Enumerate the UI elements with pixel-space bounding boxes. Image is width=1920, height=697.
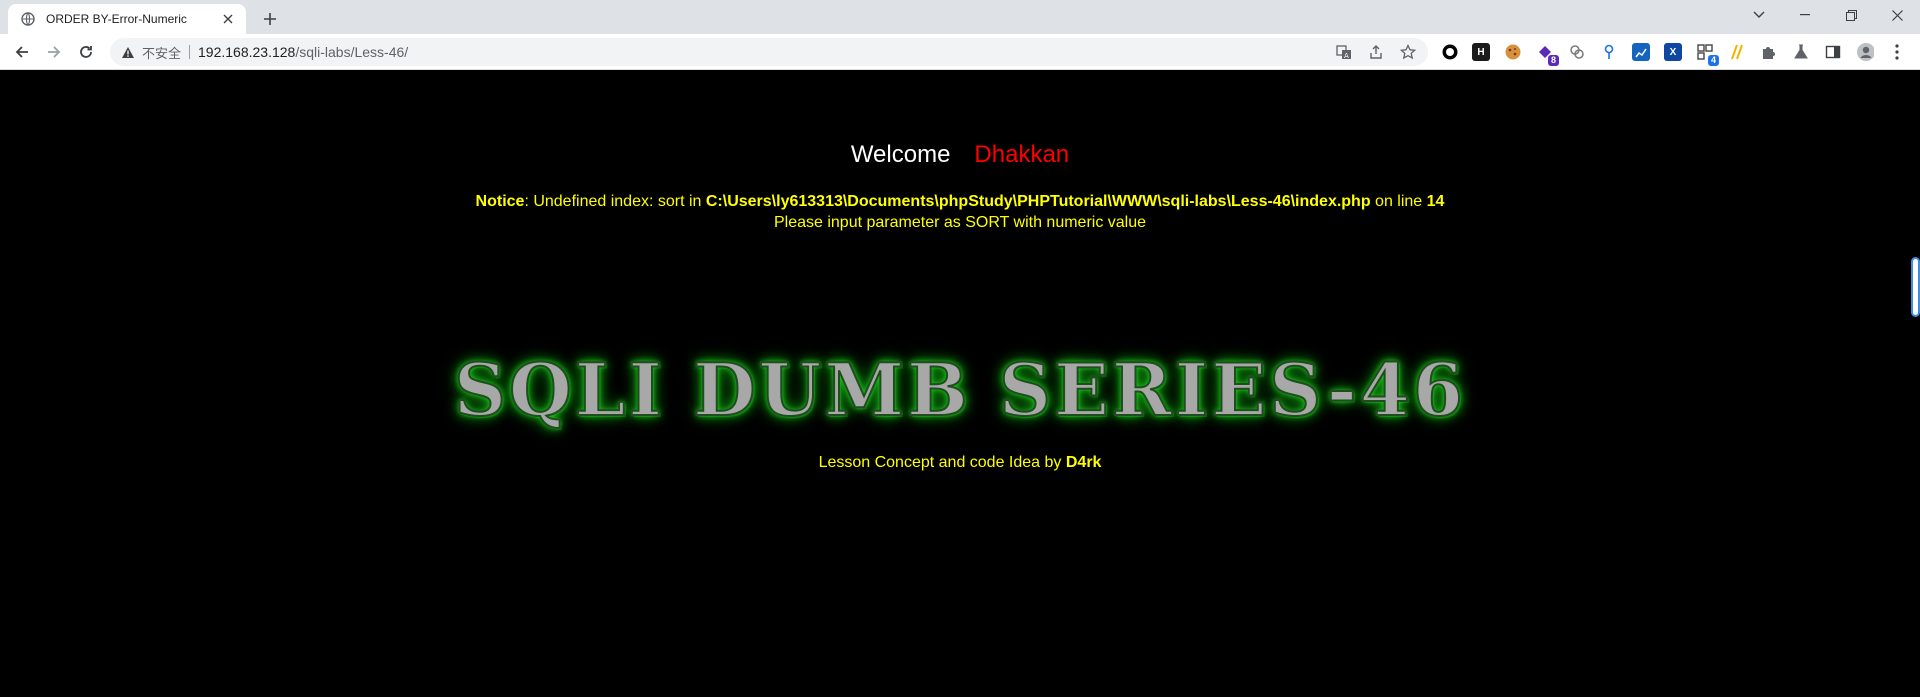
profile-avatar-icon[interactable] [1856, 43, 1874, 61]
user-name: Dhakkan [974, 141, 1070, 168]
x-extension-icon[interactable]: X [1664, 43, 1682, 61]
pin-extension-icon[interactable] [1600, 43, 1618, 61]
omnibox-divider [189, 45, 191, 59]
share-icon[interactable] [1368, 44, 1384, 60]
cookie-extension-icon[interactable] [1504, 43, 1522, 61]
menu-kebab-icon[interactable] [1888, 43, 1906, 61]
security-label[interactable]: 不安全 [142, 43, 181, 62]
new-tab-button[interactable] [258, 7, 282, 31]
close-tab-icon[interactable] [220, 11, 236, 27]
page-content: Welcome Dhakkan Notice: Undefined index: … [0, 71, 1920, 697]
circle-extension-icon[interactable] [1441, 43, 1459, 61]
close-window-button[interactable] [1874, 0, 1920, 30]
notice-line: Notice: Undefined index: sort in C:\User… [0, 191, 1920, 212]
globe-icon [20, 11, 36, 27]
restore-button[interactable] [1828, 0, 1874, 30]
slash-extension-icon[interactable] [1728, 43, 1746, 61]
bookmark-star-icon[interactable] [1400, 44, 1416, 60]
url-host: 192.168.23.128 [198, 44, 296, 60]
extension-badge-count: 8 [1548, 55, 1559, 66]
tab-search-chevron-icon[interactable] [1736, 0, 1782, 30]
welcome-line: Welcome Dhakkan [0, 141, 1920, 169]
notice-line-number: 14 [1426, 193, 1445, 210]
credit-text: Lesson Concept and code Idea by [818, 454, 1066, 471]
tab-strip: ORDER BY-Error-Numeric [0, 0, 1920, 34]
side-panel-icon[interactable] [1824, 43, 1842, 61]
qr-extension-icon[interactable]: 4 [1696, 43, 1719, 66]
browser-toolbar: 不安全 192.168.23.128/sqli-labs/Less-46/ A … [0, 34, 1920, 70]
notice-label: Notice [475, 193, 525, 210]
translate-icon[interactable]: A [1336, 44, 1352, 60]
chart-extension-icon[interactable] [1632, 43, 1650, 61]
forward-button[interactable] [42, 40, 66, 64]
notice-file-path: C:\Users\ly613313\Documents\phpStudy\PHP… [705, 193, 1371, 210]
hackbar-extension-icon[interactable]: H [1472, 43, 1490, 61]
address-bar[interactable]: 不安全 192.168.23.128/sqli-labs/Less-46/ A [110, 38, 1428, 66]
notice-on-line: on line [1370, 193, 1427, 210]
reload-button[interactable] [74, 40, 98, 64]
tab-title: ORDER BY-Error-Numeric [46, 12, 187, 26]
extension-badge-count: 4 [1708, 55, 1719, 66]
warning-icon[interactable] [120, 44, 136, 60]
credit-author: D4rk [1065, 454, 1102, 471]
lab-flask-icon[interactable] [1792, 43, 1810, 61]
url-text[interactable]: 192.168.23.128/sqli-labs/Less-46/ [198, 44, 408, 60]
minimize-button[interactable] [1782, 0, 1828, 30]
puzzle-extension-icon[interactable]: 8 [1536, 43, 1559, 66]
welcome-label: Welcome [850, 141, 951, 168]
link-extension-icon[interactable] [1568, 43, 1586, 61]
scrollbar-thumb[interactable] [1911, 257, 1920, 317]
lesson-credit: Lesson Concept and code Idea by D4rk [0, 454, 1920, 472]
notice-message: : Undefined index: sort in [524, 193, 706, 210]
extensions-puzzle-icon[interactable] [1760, 43, 1778, 61]
svg-text:A: A [1344, 52, 1349, 60]
notice-instruction: Please input parameter as SORT with nume… [773, 214, 1147, 231]
php-notice: Notice: Undefined index: sort in C:\User… [0, 191, 1920, 233]
url-path: /sqli-labs/Less-46/ [295, 44, 409, 60]
series-banner: SQLI DUMB SERIES-46 [453, 346, 1466, 433]
back-button[interactable] [10, 40, 34, 64]
browser-tab-active[interactable]: ORDER BY-Error-Numeric [8, 4, 246, 34]
